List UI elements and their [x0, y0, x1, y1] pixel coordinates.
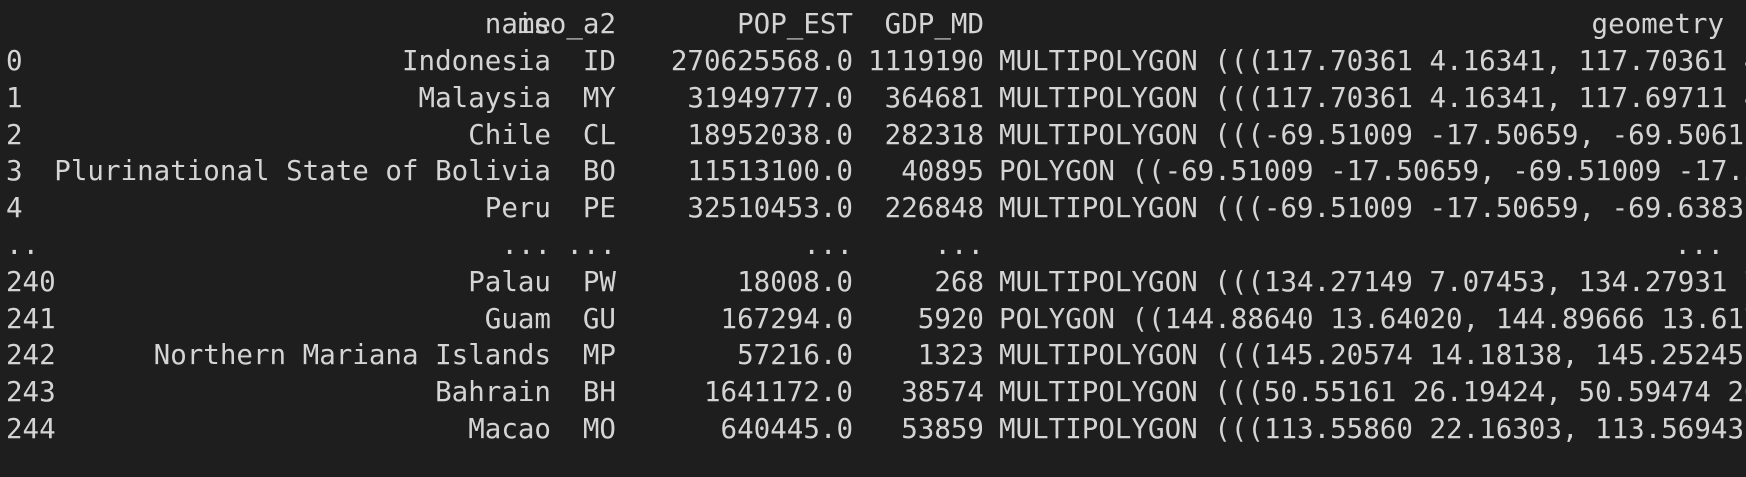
cell-name: Bahrain: [435, 376, 551, 409]
cell-pop-est: 32510453.0: [687, 192, 853, 225]
cell-geometry: MULTIPOLYGON (((50.55161 26.19424, 50.59…: [999, 376, 1746, 409]
cell-iso-a2: ID: [582, 45, 616, 77]
table-header-row: name iso_a2 POP_EST GDP_MD geometry: [0, 6, 1746, 43]
cell-pop-est: 1641172.0: [703, 376, 853, 409]
cell-geometry: MULTIPOLYGON (((134.27149 7.07453, 134.2…: [999, 265, 1746, 298]
cell-name: Chile: [468, 118, 551, 151]
table-row: 241 Guam GU 167294.0 5920 POLYGON ((144.88640…: [0, 301, 1746, 338]
cell-gdp-md: 1119190: [868, 45, 984, 77]
cell-pop-est: 18952038.0: [687, 118, 853, 151]
cell-geometry: MULTIPOLYGON (((145.20574 14.18138, 145.…: [999, 339, 1746, 372]
table-row: 243 Bahrain BH 1641172.0 38574 MULTIPOLYGON (…: [0, 374, 1746, 411]
cell-iso-a2: ...: [566, 229, 616, 261]
row-index: 241: [6, 302, 56, 335]
cell-gdp-md: 1323: [917, 339, 984, 372]
cell-name: Palau: [468, 265, 551, 298]
row-index: 0: [6, 45, 23, 77]
table-row: 1 Malaysia MY 31949777.0 364681 MULTIPOLYGON …: [0, 80, 1746, 117]
cell-gdp-md: ...: [934, 229, 984, 261]
cell-gdp-md: 53859: [901, 413, 984, 445]
cell-iso-a2: CL: [582, 118, 616, 151]
row-index: 243: [6, 376, 56, 409]
cell-name: Macao: [468, 413, 551, 445]
cell-gdp-md: 40895: [901, 155, 984, 188]
row-index: 2: [6, 118, 23, 151]
row-index: 1: [6, 81, 23, 114]
cell-gdp-md: 226848: [884, 192, 984, 225]
cell-iso-a2: MY: [582, 81, 616, 114]
cell-geometry: POLYGON ((144.88640 13.64020, 144.89666 …: [999, 302, 1746, 335]
cell-pop-est: 11513100.0: [687, 155, 853, 188]
table-row: 242 Northern Mariana Islands MP 57216.0 1323…: [0, 337, 1746, 374]
cell-iso-a2: BH: [582, 376, 616, 409]
cell-name: Malaysia: [418, 81, 551, 114]
table-row: 244 Macao MO 640445.0 53859 MULTIPOLYGON (((1…: [0, 411, 1746, 448]
row-index: 242: [6, 339, 56, 372]
cell-pop-est: ...: [803, 229, 853, 261]
cell-pop-est: 640445.0: [720, 413, 853, 445]
cell-geometry: ...: [1674, 229, 1724, 261]
cell-geometry: MULTIPOLYGON (((113.55860 22.16303, 113.…: [999, 413, 1746, 445]
cell-geometry: MULTIPOLYGON (((-69.51009 -17.50659, -69…: [999, 118, 1746, 151]
row-index: 244: [6, 413, 56, 445]
cell-gdp-md: 5920: [917, 302, 984, 335]
cell-iso-a2: GU: [582, 302, 616, 335]
cell-gdp-md: 282318: [884, 118, 984, 151]
row-index: ..: [6, 229, 40, 261]
cell-iso-a2: PW: [582, 265, 616, 298]
cell-pop-est: 18008.0: [737, 265, 853, 298]
cell-name: Northern Mariana Islands: [153, 339, 551, 372]
cell-gdp-md: 364681: [884, 81, 984, 114]
table-row: 0 Indonesia ID 270625568.0 1119190 MULTIPOLYG…: [0, 43, 1746, 80]
column-header-geometry: geometry: [1591, 8, 1724, 40]
cell-iso-a2: BO: [582, 155, 616, 188]
table-row: 3 Plurinational State of Bolivia BO 1151310…: [0, 153, 1746, 190]
cell-pop-est: 167294.0: [720, 302, 853, 335]
cell-pop-est: 57216.0: [737, 339, 853, 372]
cell-pop-est: 31949777.0: [687, 81, 853, 114]
table-row: 2 Chile CL 18952038.0 282318 MULTIPOLYGON (((…: [0, 117, 1746, 154]
table-row: 240 Palau PW 18008.0 268 MULTIPOLYGON (((134.…: [0, 264, 1746, 301]
cell-name: Peru: [484, 192, 551, 225]
table-row: 4 Peru PE 32510453.0 226848 MULTIPOLYGON (((-…: [0, 190, 1746, 227]
cell-iso-a2: MO: [582, 413, 616, 445]
cell-iso-a2: MP: [582, 339, 616, 372]
column-header-gdp-md: GDP_MD: [884, 8, 984, 40]
cell-name: Indonesia: [401, 45, 551, 77]
cell-name: Plurinational State of Bolivia: [54, 155, 551, 188]
cell-gdp-md: 268: [934, 265, 984, 298]
dataframe-output: name iso_a2 POP_EST GDP_MD geometry 0 Ind…: [0, 0, 1746, 477]
cell-name: Guam: [484, 302, 551, 335]
column-header-pop-est: POP_EST: [737, 8, 853, 40]
row-index: 4: [6, 192, 23, 225]
cell-iso-a2: PE: [582, 192, 616, 225]
cell-geometry: MULTIPOLYGON (((117.70361 4.16341, 117.7…: [999, 45, 1746, 77]
cell-geometry: POLYGON ((-69.51009 -17.50659, -69.51009…: [999, 155, 1746, 188]
cell-geometry: MULTIPOLYGON (((117.70361 4.16341, 117.6…: [999, 81, 1746, 114]
column-header-iso-a2: iso_a2: [516, 8, 616, 40]
cell-geometry: MULTIPOLYGON (((-69.51009 -17.50659, -69…: [999, 192, 1746, 225]
cell-gdp-md: 38574: [901, 376, 984, 409]
cell-pop-est: 270625568.0: [670, 45, 853, 77]
row-index: 240: [6, 265, 56, 298]
cell-name: ...: [501, 229, 551, 261]
table-row: .................: [0, 227, 1746, 264]
